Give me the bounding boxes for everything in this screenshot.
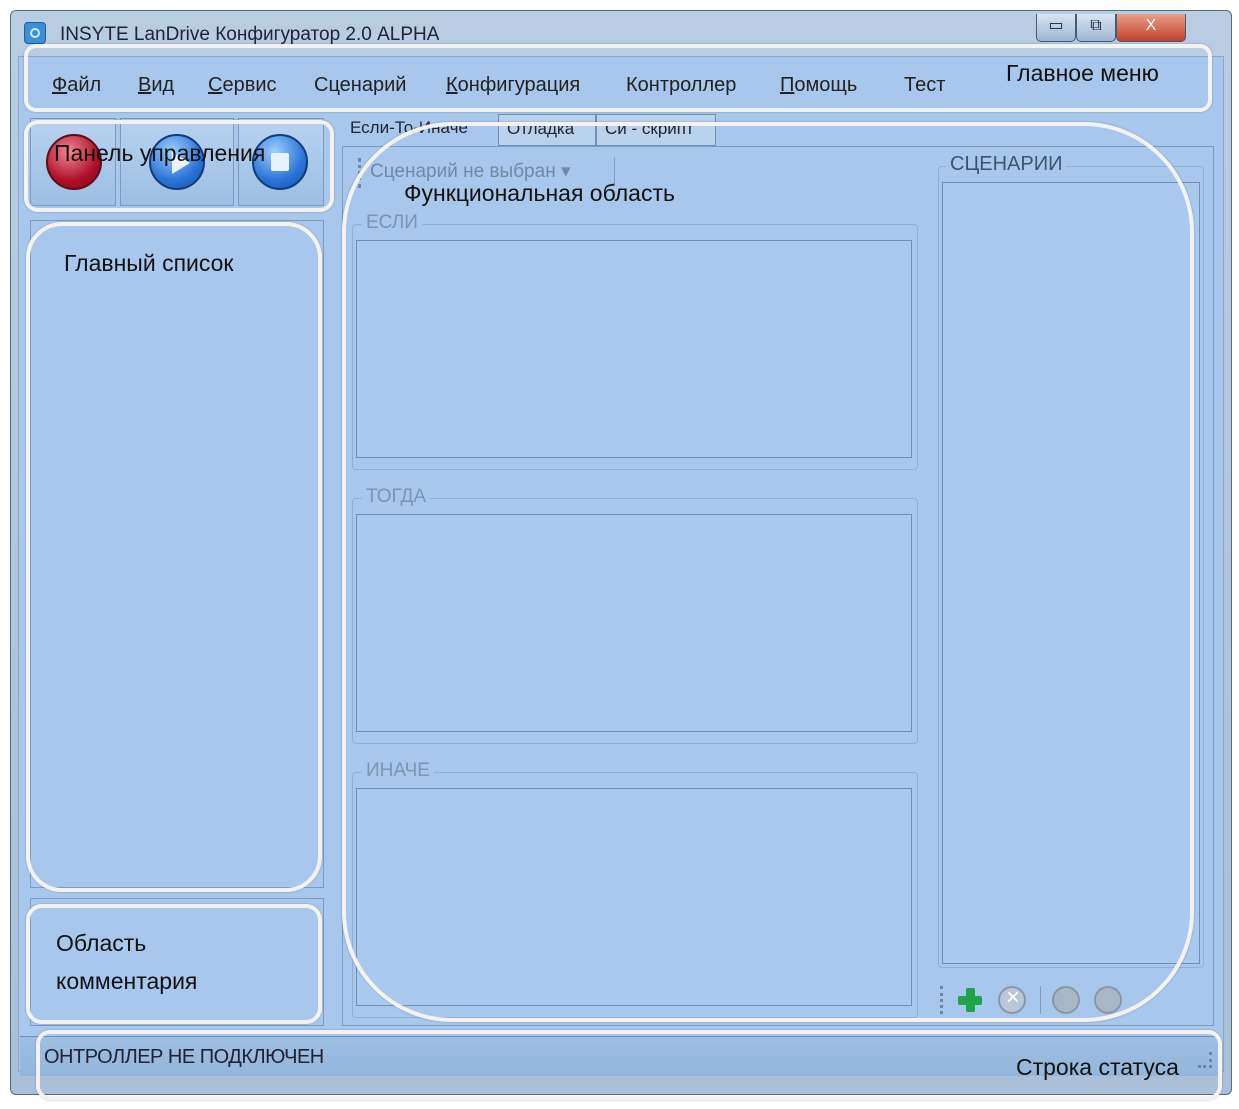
annotation-control-panel-label: Панель управления <box>54 140 266 166</box>
annotation-main-list-label: Главный список <box>64 250 234 276</box>
minimize-button[interactable]: ▭ <box>1036 14 1076 42</box>
annotation-main-list-frame <box>26 222 322 892</box>
window-title: INSYTE LanDrive Конфигуратор 2.0 ALPHA <box>60 24 440 45</box>
annotation-main-menu-label: Главное меню <box>1006 60 1159 86</box>
annotation-comment-area-frame <box>26 904 322 1024</box>
annotation-status-bar-label: Строка статуса <box>1016 1054 1179 1080</box>
annotation-comment-area-label-line1: Область <box>56 930 147 956</box>
annotation-functional-area-frame <box>342 122 1194 1022</box>
maximize-button[interactable]: ⧉ <box>1076 14 1116 42</box>
app-icon <box>24 22 46 44</box>
close-button[interactable]: X <box>1116 14 1186 42</box>
annotation-comment-area-label-line2: комментария <box>56 968 198 994</box>
annotation-functional-area-label: Функциональная область <box>404 180 675 206</box>
